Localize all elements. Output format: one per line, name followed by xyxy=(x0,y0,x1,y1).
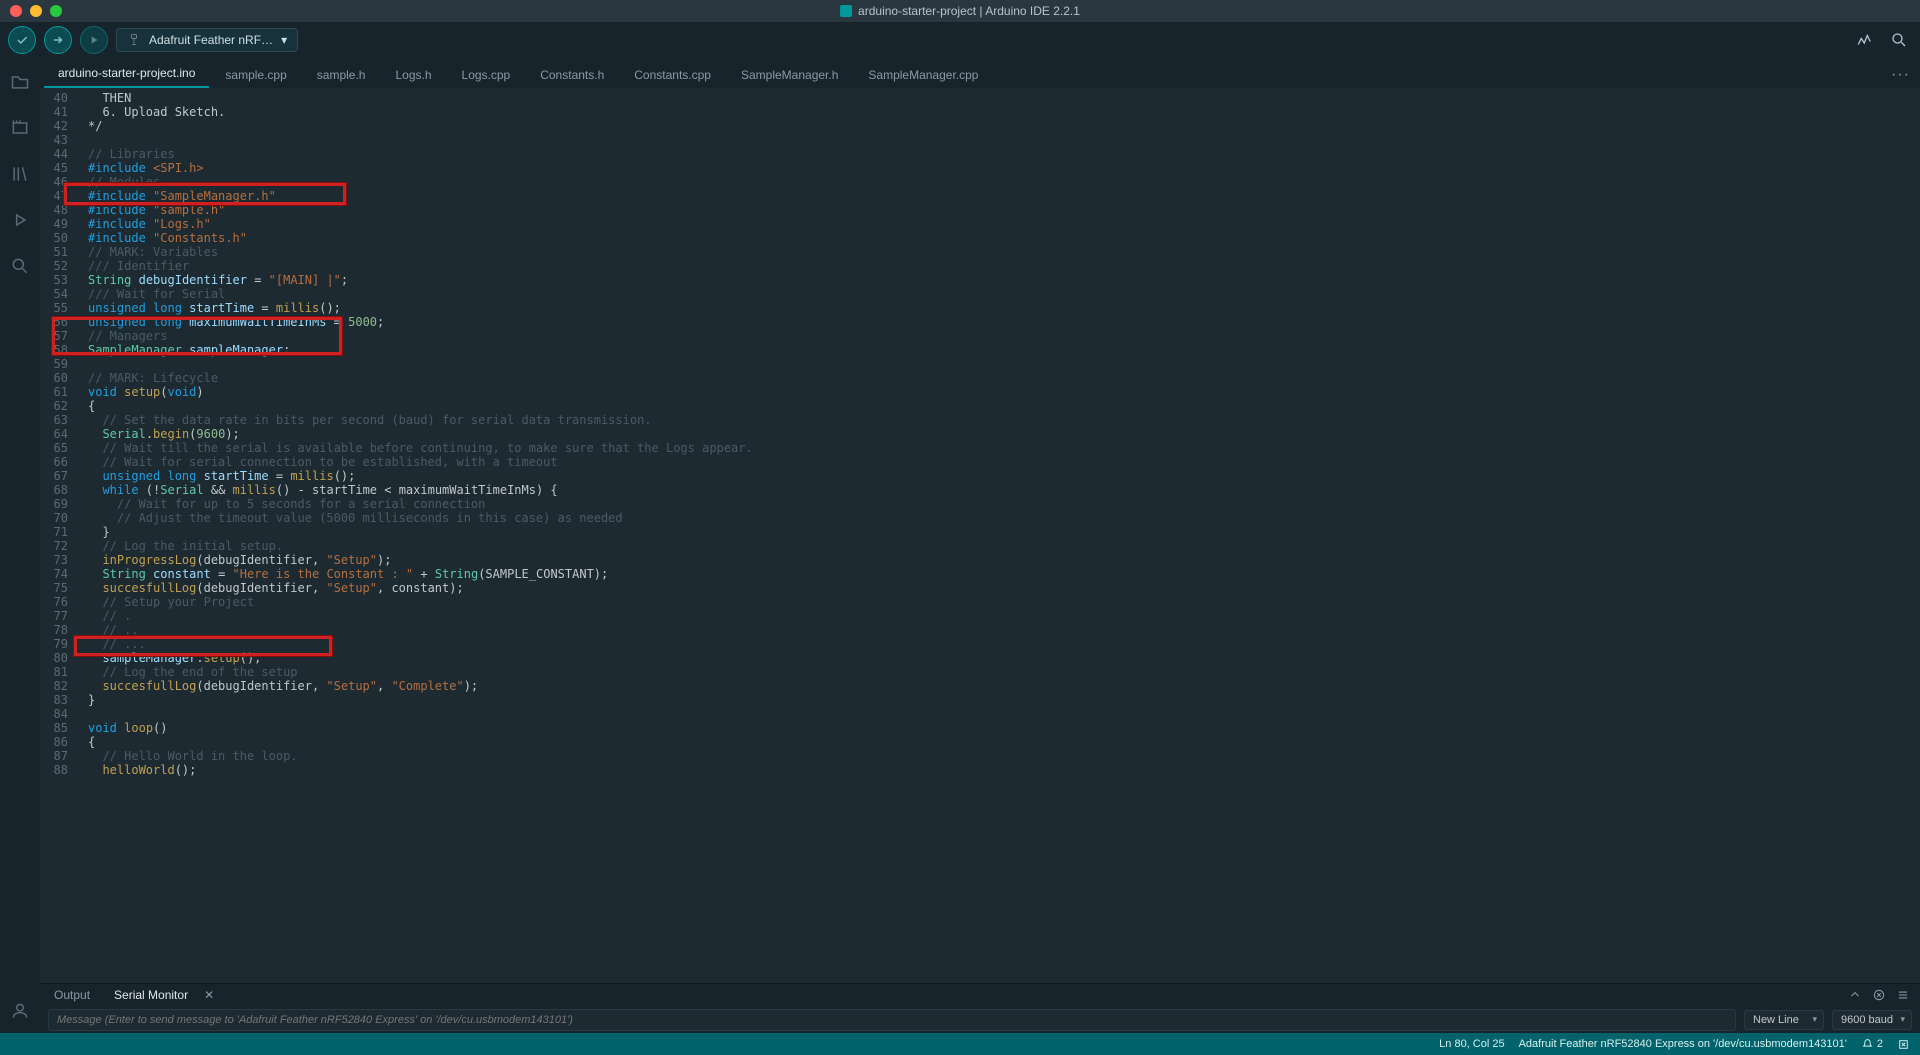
editor-tab-0[interactable]: arduino-starter-project.ino xyxy=(44,59,209,88)
line-numbers: 4041424344454647484950515253545556575859… xyxy=(40,88,76,983)
bell-icon xyxy=(1861,1038,1874,1051)
serial-input-row: New Line 9600 baud xyxy=(40,1006,1920,1033)
board-icon xyxy=(10,118,30,138)
main-toolbar: Adafruit Feather nRF… ▾ xyxy=(0,22,1920,58)
minimize-window-button[interactable] xyxy=(30,5,42,17)
editor-tab-5[interactable]: Constants.h xyxy=(526,61,618,88)
status-bar: Ln 80, Col 25 Adafruit Feather nRF52840 … xyxy=(0,1033,1920,1055)
notifications-button[interactable]: 2 xyxy=(1861,1038,1883,1051)
bottom-panel-tabs: Output Serial Monitor ✕ xyxy=(40,984,1920,1006)
cursor-position: Ln 80, Col 25 xyxy=(1439,1038,1504,1050)
board-port-info: Adafruit Feather nRF52840 Express on '/d… xyxy=(1519,1038,1847,1050)
plotter-icon xyxy=(1856,31,1874,49)
verify-button[interactable] xyxy=(8,26,36,54)
maximize-window-button[interactable] xyxy=(50,5,62,17)
arduino-logo-icon xyxy=(840,5,852,17)
editor-tab-7[interactable]: SampleManager.h xyxy=(727,61,852,88)
window-title-text: arduino-starter-project | Arduino IDE 2.… xyxy=(858,4,1080,18)
line-ending-select[interactable]: New Line xyxy=(1744,1010,1824,1030)
serial-plotter-button[interactable] xyxy=(1852,27,1878,53)
editor-tab-1[interactable]: sample.cpp xyxy=(211,61,300,88)
upload-button[interactable] xyxy=(44,26,72,54)
chevron-down-icon: ▾ xyxy=(281,33,287,47)
expand-panel-icon[interactable] xyxy=(1848,988,1862,1002)
notifications-count: 2 xyxy=(1877,1038,1883,1050)
window-title: arduino-starter-project | Arduino IDE 2.… xyxy=(840,4,1080,18)
board-selector[interactable]: Adafruit Feather nRF… ▾ xyxy=(116,28,298,52)
close-panel-icon[interactable] xyxy=(1897,1038,1910,1051)
editor-tab-4[interactable]: Logs.cpp xyxy=(448,61,525,88)
clear-output-icon[interactable] xyxy=(1872,988,1886,1002)
user-icon xyxy=(10,1001,30,1021)
editor-tab-2[interactable]: sample.h xyxy=(303,61,380,88)
editor-tab-8[interactable]: SampleManager.cpp xyxy=(854,61,992,88)
board-selector-label: Adafruit Feather nRF… xyxy=(149,33,273,47)
activity-bar xyxy=(0,58,40,1033)
search-glass-icon xyxy=(1890,31,1908,49)
search-icon xyxy=(10,256,30,276)
bug-icon xyxy=(10,210,30,230)
sketchbook-tab[interactable] xyxy=(8,70,32,94)
output-tab[interactable]: Output xyxy=(44,984,100,1006)
code-content[interactable]: THEN 6. Upload Sketch.*/// Libraries#inc… xyxy=(76,88,1920,983)
editor-tabs: arduino-starter-project.inosample.cppsam… xyxy=(40,58,1920,88)
main-area: arduino-starter-project.inosample.cppsam… xyxy=(0,58,1920,1033)
library-icon xyxy=(10,164,30,184)
folder-icon xyxy=(10,72,30,92)
close-serial-monitor-button[interactable]: ✕ xyxy=(204,988,214,1002)
account-button[interactable] xyxy=(8,999,32,1023)
serial-monitor-button[interactable] xyxy=(1886,27,1912,53)
close-window-button[interactable] xyxy=(10,5,22,17)
usb-icon xyxy=(127,33,141,47)
library-manager-tab[interactable] xyxy=(8,162,32,186)
boards-manager-tab[interactable] xyxy=(8,116,32,140)
debug-button[interactable] xyxy=(80,26,108,54)
editor-tab-6[interactable]: Constants.cpp xyxy=(620,61,725,88)
panel-menu-icon[interactable] xyxy=(1896,988,1910,1002)
serial-message-input[interactable] xyxy=(48,1009,1736,1031)
bottom-panel: Output Serial Monitor ✕ New Line 9600 ba… xyxy=(40,983,1920,1033)
search-tab[interactable] xyxy=(8,254,32,278)
tabs-overflow-button[interactable]: ··· xyxy=(1891,66,1910,84)
code-editor[interactable]: 4041424344454647484950515253545556575859… xyxy=(40,88,1920,983)
window-titlebar: arduino-starter-project | Arduino IDE 2.… xyxy=(0,0,1920,22)
editor-column: arduino-starter-project.inosample.cppsam… xyxy=(40,58,1920,1033)
debug-tab[interactable] xyxy=(8,208,32,232)
baud-rate-select[interactable]: 9600 baud xyxy=(1832,1010,1912,1030)
traffic-lights xyxy=(10,5,62,17)
serial-monitor-tab[interactable]: Serial Monitor xyxy=(104,984,198,1006)
editor-tab-3[interactable]: Logs.h xyxy=(381,61,445,88)
